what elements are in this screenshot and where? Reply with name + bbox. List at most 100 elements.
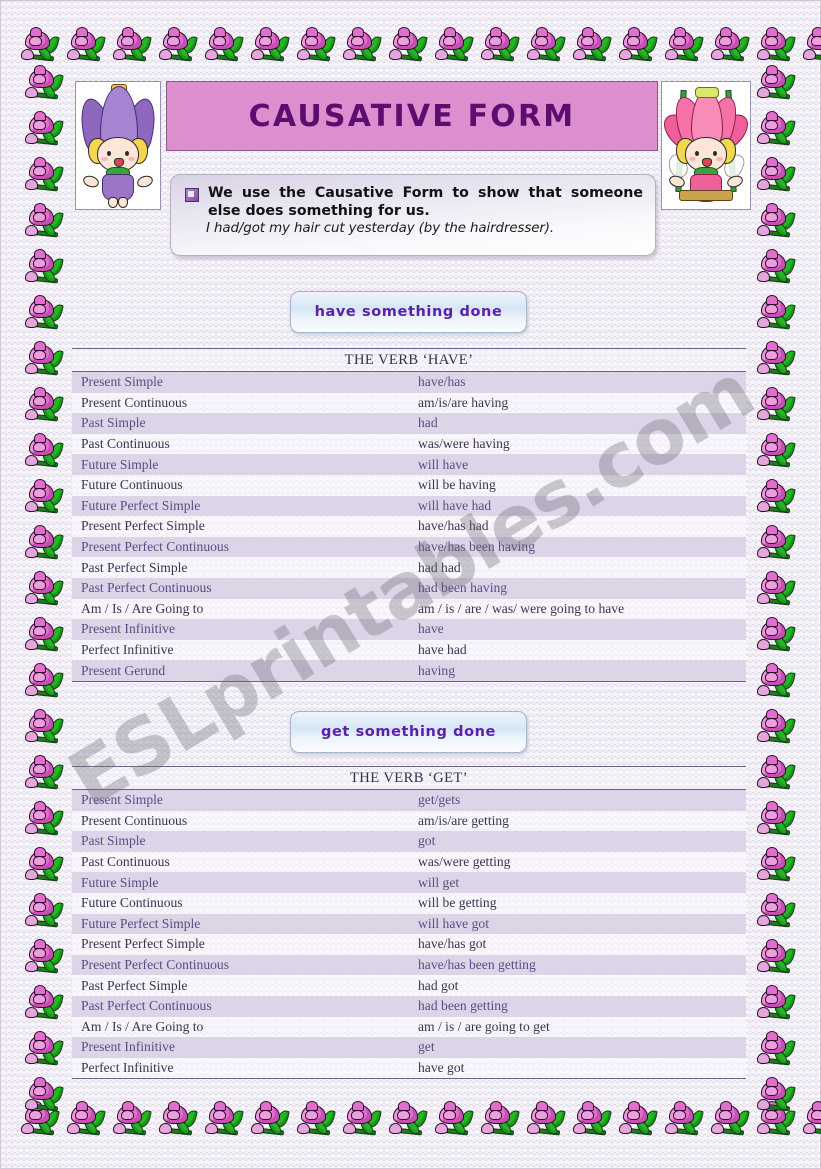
table-row: Present Simple have/has [72, 372, 746, 393]
eye-right [125, 151, 129, 156]
tense-form-cell: Present Gerund [81, 662, 166, 678]
rose-col [22, 60, 68, 1118]
rose-icon [22, 612, 68, 658]
table-header-get: THE VERB ‘GET’ [72, 766, 746, 790]
tense-form-cell: Present Perfect Continuous [81, 539, 229, 555]
verb-value-cell: have got [418, 1060, 465, 1076]
verb-value-cell: am/is/are getting [418, 812, 509, 828]
table-header-have: THE VERB ‘HAVE’ [72, 348, 746, 372]
rose-icon [754, 244, 800, 290]
note-icon [185, 188, 199, 202]
rose-row [18, 1096, 821, 1142]
rose-icon [22, 1072, 68, 1118]
rose-icon [22, 658, 68, 704]
cheek-left [101, 157, 108, 161]
table-row: Past Continuous was/were having [72, 433, 746, 455]
table-row: Past Continuous was/were getting [72, 851, 746, 873]
worksheet-page: CAUSATIVE FORM We use the Causative Form… [0, 0, 821, 1169]
tense-form-cell: Perfect Infinitive [81, 1060, 174, 1076]
rose-icon [340, 1096, 386, 1142]
rose-icon [754, 60, 800, 106]
rose-icon [432, 1096, 478, 1142]
tense-form-cell: Past Perfect Continuous [81, 580, 212, 596]
rose-icon [22, 980, 68, 1026]
table-row: Present Perfect Continuous have/has been … [72, 536, 746, 558]
rose-icon [754, 704, 800, 750]
tense-form-cell: Past Simple [81, 415, 146, 431]
table-row: Present Perfect Simple have/has got [72, 934, 746, 955]
verb-value-cell: will be getting [418, 895, 497, 911]
rose-icon [754, 842, 800, 888]
rose-icon [22, 106, 68, 152]
arm-left [81, 173, 101, 190]
table-row: Present Gerund having [72, 660, 746, 681]
verb-value-cell: have had [418, 642, 467, 658]
table-row: Past Perfect Simple had got [72, 975, 746, 996]
rose-icon [22, 152, 68, 198]
rose-icon [22, 198, 68, 244]
eye-left [695, 151, 699, 156]
leg-left [108, 197, 118, 208]
tense-form-cell: Past Simple [81, 833, 146, 849]
rose-icon [22, 704, 68, 750]
verb-value-cell: get/gets [418, 792, 461, 808]
table-row: Future Perfect Simple will have got [72, 913, 746, 935]
tense-form-cell: Present Continuous [81, 812, 188, 828]
tense-form-cell: Past Perfect Continuous [81, 998, 212, 1014]
table-row: Present Continuous am/is/are having [72, 392, 746, 414]
have-something-done-button[interactable]: have something done [290, 291, 527, 333]
table-row: Present Infinitive have [72, 619, 746, 640]
tense-form-cell: Past Perfect Simple [81, 977, 188, 993]
lotus-fairy-swing-illustration [661, 81, 751, 210]
rose-icon [64, 1096, 110, 1142]
rose-icon [478, 22, 524, 68]
rose-icon [754, 382, 800, 428]
callout-example-text: I had/got my hair cut yesterday (by the … [206, 221, 555, 236]
tense-form-cell: Perfect Infinitive [81, 642, 174, 658]
table-bottom-rule [72, 680, 746, 682]
table-row: Present Continuous am/is/are getting [72, 810, 746, 832]
rose-icon [110, 1096, 156, 1142]
have-verb-table: THE VERB ‘HAVE’ Present Simple have/has Pr… [72, 348, 746, 682]
table-row: Perfect Infinitive have got [72, 1057, 746, 1079]
rose-icon [22, 474, 68, 520]
tense-form-cell: Present Perfect Continuous [81, 957, 229, 973]
rose-icon [708, 1096, 754, 1142]
get-something-done-button[interactable]: get something done [290, 711, 527, 753]
rose-icon [22, 382, 68, 428]
tense-form-cell: Future Perfect Simple [81, 915, 201, 931]
rose-icon [294, 1096, 340, 1142]
tulip-fairy-illustration [75, 81, 161, 210]
verb-value-cell: was/were having [418, 436, 510, 452]
rose-icon [22, 1026, 68, 1072]
table-row: Future Simple will get [72, 872, 746, 893]
swing-seat [679, 190, 733, 201]
rose-icon [754, 1026, 800, 1072]
verb-value-cell: had had [418, 559, 461, 575]
callout-row: We use the Causative Form to show that s… [182, 184, 643, 220]
rose-icon [754, 520, 800, 566]
tense-form-cell: Am / Is / Are Going to [81, 1018, 204, 1034]
tense-form-cell: Past Continuous [81, 854, 170, 870]
verb-value-cell: having [418, 662, 455, 678]
tense-form-cell: Future Continuous [81, 477, 183, 493]
cheek-right [716, 157, 723, 161]
verb-value-cell: get [418, 1039, 435, 1055]
verb-value-cell: had been having [418, 580, 508, 596]
rose-icon [754, 796, 800, 842]
table-row: Past Perfect Simple had had [72, 557, 746, 578]
verb-value-cell: have/has [418, 374, 466, 390]
callout-main-text: We use the Causative Form to show that s… [208, 185, 643, 219]
mouth [702, 158, 712, 167]
tense-form-cell: Future Simple [81, 456, 159, 472]
table-row: Past Simple had [72, 413, 746, 434]
mouth [114, 158, 124, 167]
verb-value-cell: have/has been getting [418, 957, 536, 973]
get-verb-table: THE VERB ‘GET’ Present Simple get/gets Pre… [72, 766, 746, 1080]
cheek-left [689, 157, 696, 161]
page-title-band: CAUSATIVE FORM [166, 81, 658, 151]
rose-icon [156, 1096, 202, 1142]
pill-label: get something done [320, 724, 496, 740]
rose-icon [386, 1096, 432, 1142]
eye-right [713, 151, 717, 156]
